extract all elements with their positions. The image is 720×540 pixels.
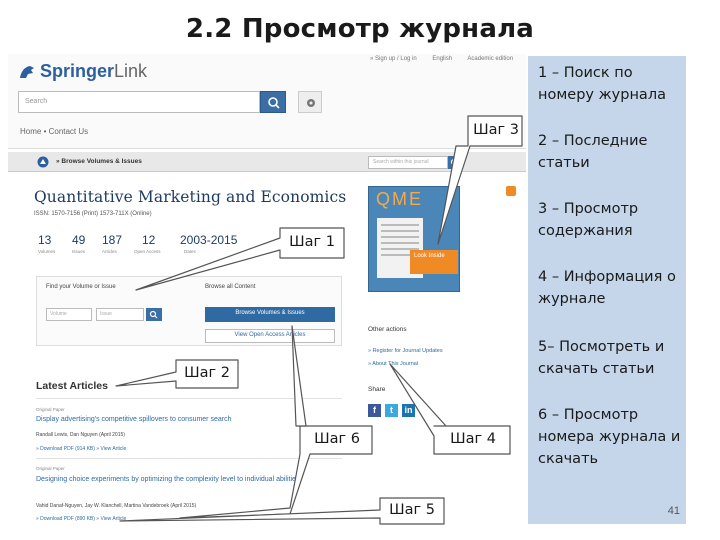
search-button[interactable] [260,91,286,113]
look-inside-button[interactable]: Look Inside [410,250,458,274]
divider [36,458,342,459]
issue-input[interactable]: Issue [96,308,144,321]
find-volume-label: Find your Volume or Issue [46,284,116,290]
divider [36,398,342,399]
settings-button[interactable] [298,91,322,113]
about-journal-link[interactable]: » About This Journal [368,361,418,367]
journal-issn: ISSN: 1570-7156 (Print) 1573-711X (Onlin… [34,211,152,217]
stat-volumes-label: Volumes [38,249,56,254]
springer-horse-logo-icon [20,66,34,78]
search-icon [450,158,459,167]
stat-open-access-label: Open Access [134,249,161,254]
article-title-link[interactable]: Designing choice experiments by optimizi… [36,476,336,484]
latest-articles-heading: Latest Articles [36,380,108,392]
journal-search-input[interactable]: Search within this journal [368,156,448,169]
rss-icon[interactable] [506,186,516,196]
cover-title: QME [376,189,424,209]
search-input[interactable]: Search [18,91,260,113]
step-4-label: Шаг 4 [450,431,496,447]
search-icon [268,97,280,109]
linkedin-icon[interactable]: in [402,404,415,417]
note-2: 2 – Последние статьи [538,133,648,171]
note-5: 5– Посмотреть и скачать статьи [538,339,665,377]
top-link-language[interactable]: English [432,56,452,62]
other-actions-heading: Other actions [368,326,407,333]
article-authors: Randall Lewis, Dan Nguyen (April 2015) [36,432,125,438]
note-6: 6 – Просмотр номера журнала и скачать [538,407,681,467]
step-5-label: Шаг 5 [389,502,435,518]
logo-suffix: Link [114,61,148,81]
article-download-links[interactable]: » Download PDF (914 KB) » View Article [36,446,126,452]
page-number: 41 [667,505,680,517]
view-open-access-button[interactable]: View Open Access Articles [205,329,335,343]
stat-articles-label: Articles [102,249,117,254]
step-3-label: Шаг 3 [473,122,519,138]
top-link-edition[interactable]: Academic edition [467,56,513,62]
top-links: » Sign up / Log in English Academic edit… [370,56,527,62]
logo-brand: Springer [40,61,115,81]
browse-volumes-link[interactable]: » Browse Volumes & Issues [56,158,142,165]
share-heading: Share [368,386,386,393]
article-type: Original Paper [36,407,65,412]
journal-search-button[interactable] [448,156,462,169]
register-updates-link[interactable]: » Register for Journal Updates [368,348,443,354]
springer-logo-text[interactable]: SpringerLink [40,61,147,82]
browse-all-label: Browse all Content [205,284,256,290]
breadcrumb[interactable]: Home • Contact Us [20,127,88,136]
article-type: Original Paper [36,466,65,471]
stat-open-access-value: 12 [142,233,156,247]
stat-articles-value: 187 [102,233,123,247]
article-title-link[interactable]: Display advertising's competitive spillo… [36,416,336,424]
stat-dates-value: 2003-2015 [180,233,238,247]
slide-title: 2.2 Просмотр журнала [185,14,535,44]
stat-issues-value: 49 [72,233,86,247]
stat-dates-label: Dates [184,249,196,254]
note-4: 4 – Информация о журнале [538,269,676,307]
stat-issues-label: Issues [72,249,86,254]
facebook-icon[interactable]: f [368,404,381,417]
top-link-signup[interactable]: » Sign up / Log in [370,56,417,62]
step-2-label: Шаг 2 [184,365,230,381]
journal-home-icon[interactable] [36,156,50,168]
step-1-label: Шаг 1 [289,234,335,250]
volume-search-button[interactable] [146,308,162,321]
stat-volumes-value: 13 [38,233,52,247]
volume-input[interactable]: Volume [46,308,92,321]
journal-title: Quantitative Marketing and Economics [34,188,347,206]
twitter-icon[interactable]: t [385,404,398,417]
note-3: 3 – Просмотр содержания [538,201,639,239]
browse-volumes-button[interactable]: Browse Volumes & Issues [205,307,335,322]
search-icon [149,310,158,319]
gear-icon [307,99,315,107]
step-6-label: Шаг 6 [314,431,360,447]
note-1: 1 – Поиск по номеру журнала [538,65,666,103]
article-authors: Vahid Danaf-Nguyen, Jay W. Klanchell, Ma… [36,503,197,509]
article-download-links[interactable]: » Download PDF (890 KB) » View Article [36,516,126,522]
